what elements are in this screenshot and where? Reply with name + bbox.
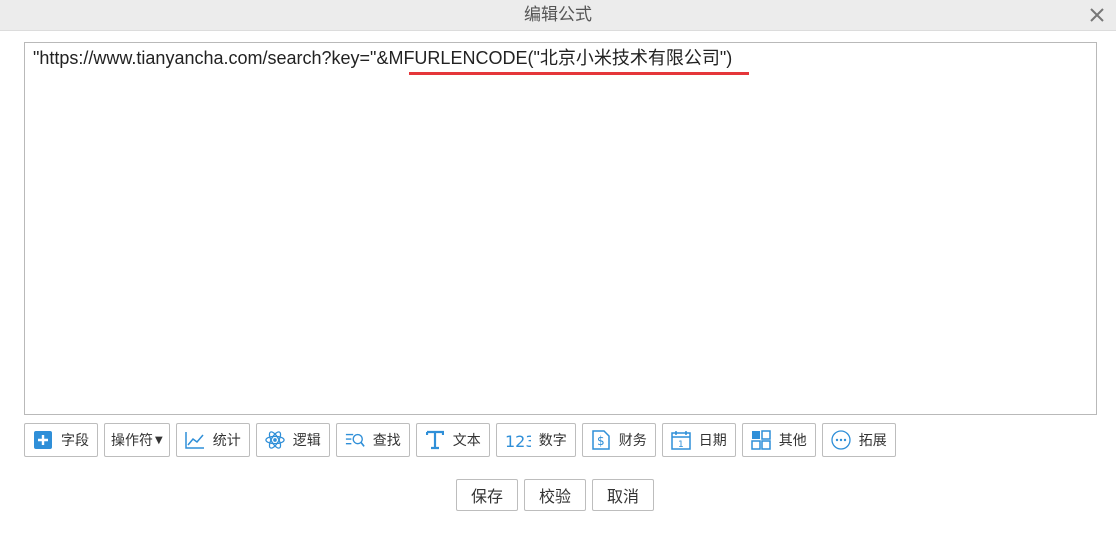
footer-buttons: 保存 校验 取消 [456,479,655,511]
formula-editor[interactable]: "https://www.tianyancha.com/search?key="… [24,42,1097,415]
extension-label: 拓展 [858,433,887,449]
svg-text:1: 1 [678,440,684,450]
logic-button[interactable]: 逻辑 [255,423,330,457]
extension-button[interactable]: 拓展 [821,423,896,457]
date-button[interactable]: 1 日期 [661,423,736,457]
svg-text:$: $ [597,434,605,448]
text-label: 文本 [452,433,481,449]
text-button[interactable]: 文本 [415,423,490,457]
title-bar: 编辑公式 [0,0,1116,31]
highlight-underline [409,72,749,75]
atom-icon [264,430,285,450]
number-123-icon: 123 [505,430,531,450]
svg-text:123: 123 [505,432,531,450]
cancel-button[interactable]: 取消 [592,479,655,511]
lookup-button[interactable]: 查找 [335,423,410,457]
operator-label: 操作符 [111,433,153,449]
caret-down-icon: ▼ [155,434,163,446]
text-t-icon [425,430,445,450]
date-label: 日期 [698,433,727,449]
number-button[interactable]: 123 数字 [495,423,576,457]
formula-text[interactable]: "https://www.tianyancha.com/search?key="… [33,46,732,70]
save-button[interactable]: 保存 [456,479,519,511]
dollar-document-icon: $ [591,430,611,450]
finance-button[interactable]: $ 财务 [581,423,656,457]
dialog-title: 编辑公式 [524,5,592,25]
calendar-icon: 1 [670,430,691,450]
field-button[interactable]: 字段 [24,423,98,457]
formula-toolbar: 字段 操作符 ▼ 统计 逻辑 查找 文本 123 数字 $ 财务 1 日期 其他… [24,423,896,459]
close-icon[interactable] [1086,4,1108,26]
lookup-label: 查找 [372,433,401,449]
statistics-button[interactable]: 统计 [175,423,250,457]
other-label: 其他 [778,433,807,449]
grid-icon [750,430,771,450]
ellipsis-circle-icon [831,430,851,450]
validate-button[interactable]: 校验 [524,479,587,511]
other-button[interactable]: 其他 [741,423,816,457]
finance-label: 财务 [618,433,647,449]
number-label: 数字 [538,433,567,449]
operator-button[interactable]: 操作符 ▼ [104,423,170,457]
logic-label: 逻辑 [292,433,321,449]
plus-square-icon [33,430,53,450]
field-label: 字段 [61,433,89,449]
search-list-icon [345,430,365,450]
line-chart-icon [184,430,205,450]
statistics-label: 统计 [212,433,241,449]
